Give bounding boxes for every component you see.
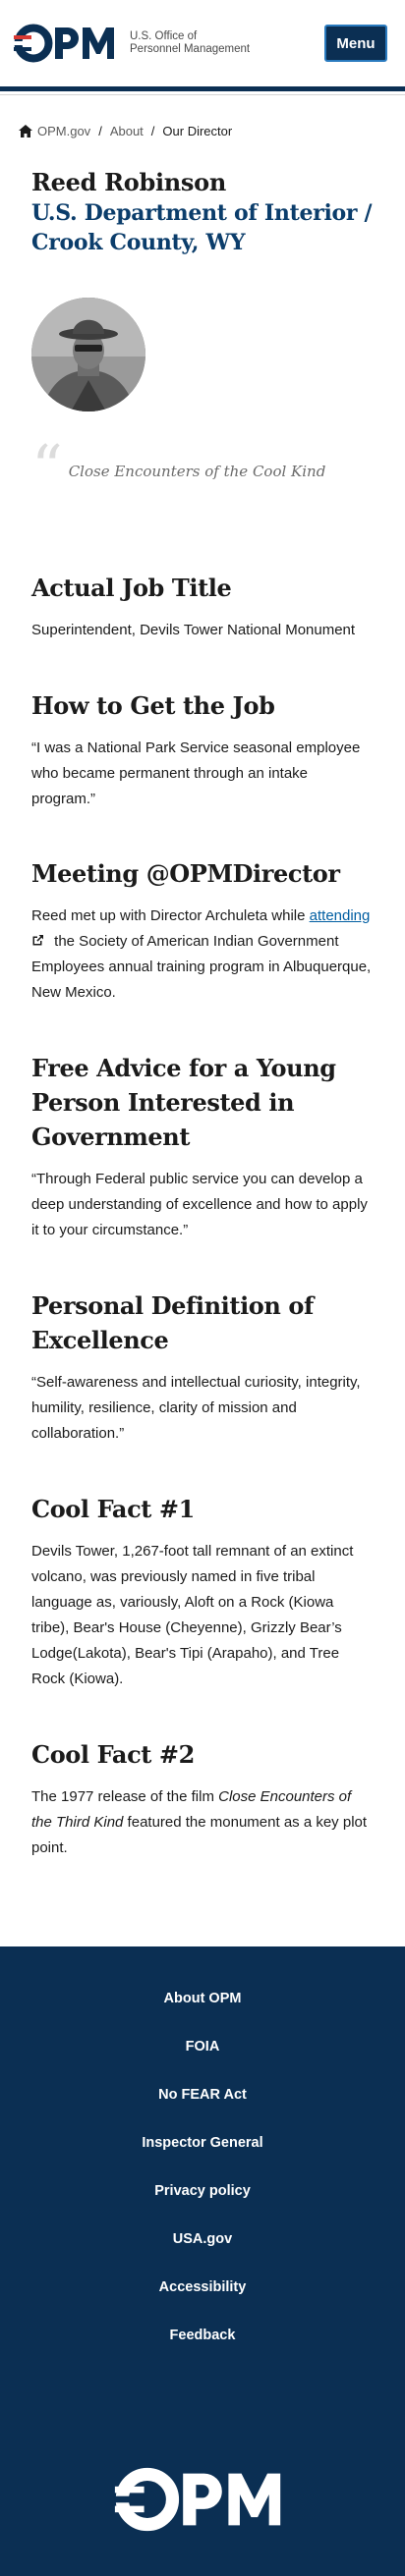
meeting-text-start: Reed met up with Director Archuleta whil…	[31, 907, 310, 924]
attending-link[interactable]: attending	[310, 907, 371, 924]
section-heading: Free Advice for a Young Person Intereste…	[31, 1054, 336, 1151]
footer-link-about-opm[interactable]: About OPM	[164, 1991, 242, 2006]
section-cool-fact-1: Cool Fact #1 Devils Tower, 1,267-foot ta…	[31, 1492, 374, 1692]
section-text: “Self-awareness and intellectual curiosi…	[31, 1374, 361, 1442]
menu-button[interactable]: Menu	[324, 25, 387, 62]
profile-quote: “ Close Encounters of the Cool Kind	[31, 431, 374, 503]
section-heading: Cool Fact #2	[31, 1740, 195, 1769]
section-text: Devils Tower, 1,267-foot tall remnant of…	[31, 1543, 354, 1687]
avatar-photo	[31, 298, 145, 411]
section-heading: Actual Job Title	[31, 574, 232, 602]
section-text: “I was a National Park Service seasonal …	[31, 740, 361, 807]
footer-link-accessibility[interactable]: Accessibility	[159, 2279, 247, 2295]
avatar	[31, 298, 145, 411]
logo-sub-line1: U.S. Office of	[130, 30, 198, 42]
footer-opm-logo[interactable]	[0, 2467, 405, 2532]
footer-links: About OPM FOIA No FEAR Act Inspector Gen…	[0, 1989, 405, 2374]
quote-icon: “	[31, 431, 63, 503]
breadcrumb-current: Our Director	[162, 123, 233, 138]
section-text: Superintendent, Devils Tower National Mo…	[31, 622, 356, 638]
footer-link-feedback[interactable]: Feedback	[170, 2328, 236, 2343]
site-footer: About OPM FOIA No FEAR Act Inspector Gen…	[0, 1946, 405, 2576]
footer-link-no-fear-act[interactable]: No FEAR Act	[158, 2087, 247, 2103]
footer-logo-mark	[114, 2467, 281, 2532]
breadcrumb-separator: /	[98, 123, 102, 138]
footer-link-inspector-general[interactable]: Inspector General	[142, 2135, 262, 2151]
profile-name: Reed Robinson	[31, 168, 226, 196]
meeting-text-end: the Society of American Indian Governmen…	[31, 933, 372, 1001]
section-job-title: Actual Job Title Superintendent, Devils …	[31, 571, 374, 643]
breadcrumb-about-link[interactable]: About	[110, 124, 144, 138]
section-text: “Through Federal public service you can …	[31, 1171, 368, 1238]
home-icon	[19, 124, 32, 137]
section-heading: How to Get the Job	[31, 691, 275, 720]
section-text: Reed met up with Director Archuleta whil…	[31, 904, 374, 1006]
quote-text: Close Encounters of the Cool Kind	[68, 463, 326, 480]
site-header: U.S. Office of Personnel Management Menu	[0, 0, 405, 95]
section-free-advice: Free Advice for a Young Person Intereste…	[31, 1051, 374, 1243]
section-text: The 1977 release of the film Close Encou…	[31, 1784, 374, 1861]
opm-logo[interactable]: U.S. Office of Personnel Management	[14, 24, 258, 63]
footer-link-usa-gov[interactable]: USA.gov	[173, 2231, 232, 2247]
section-how-to-get-job: How to Get the Job “I was a National Par…	[31, 688, 374, 812]
section-cool-fact-2: Cool Fact #2 The 1977 release of the fil…	[31, 1737, 374, 1861]
external-link-icon	[32, 935, 43, 946]
section-meeting: Meeting @OPMDirector Reed met up with Di…	[31, 856, 374, 1006]
opm-logo-mark	[14, 24, 114, 63]
profile-organization: U.S. Department of Interior / Crook Coun…	[31, 200, 373, 255]
footer-link-foia[interactable]: FOIA	[186, 2039, 220, 2055]
breadcrumb-separator: /	[150, 123, 155, 138]
section-heading: Personal Definition of Excellence	[31, 1291, 314, 1354]
section-excellence: Personal Definition of Excellence “Self-…	[31, 1288, 374, 1447]
section-heading: Cool Fact #1	[31, 1495, 195, 1523]
footer-link-privacy-policy[interactable]: Privacy policy	[154, 2183, 251, 2199]
fact2-text-start: The 1977 release of the film	[31, 1788, 219, 1805]
breadcrumb-home-link[interactable]: OPM.gov	[37, 124, 90, 138]
logo-subtitle: U.S. Office of Personnel Management	[130, 30, 258, 56]
breadcrumb: OPM.gov / About / Our Director	[0, 91, 405, 146]
logo-sub-line2: Personnel Management	[130, 43, 251, 55]
section-heading: Meeting @OPMDirector	[31, 859, 340, 888]
main-content: Reed Robinson U.S. Department of Interio…	[0, 167, 405, 1861]
